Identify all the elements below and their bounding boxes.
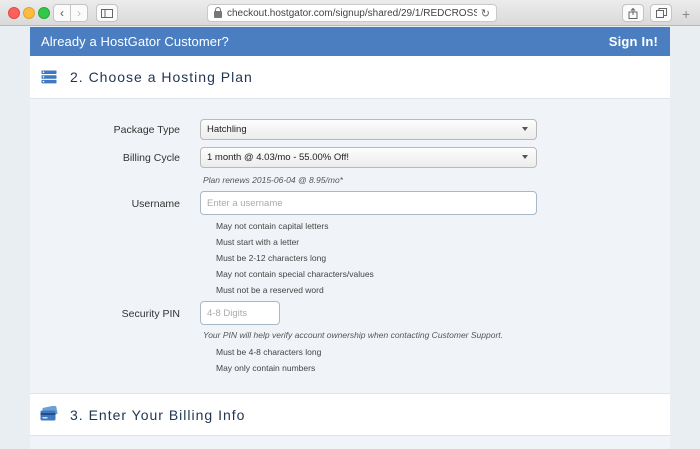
security-pin-placeholder: 4-8 Digits [207,307,248,319]
zoom-window-button[interactable] [38,7,50,19]
hosting-plan-form: Package Type Hatchling Billing Cycle 1 m… [30,99,670,392]
security-pin-hint: Your PIN will help verify account owners… [203,330,504,340]
chevron-right-icon: › [77,6,81,20]
username-placeholder: Enter a username [207,197,283,209]
new-tab-button[interactable]: + [682,6,690,22]
username-rule: Must not be a reserved word [216,285,324,295]
package-type-select[interactable]: Hatchling [200,119,537,140]
tabs-overview-button[interactable] [650,4,672,22]
back-button[interactable]: ‹ [53,4,71,22]
username-rule: Must be 2-12 characters long [216,253,327,263]
section-title: 3. Enter Your Billing Info [70,406,246,423]
page-gutter-left [0,27,30,449]
username-rule: Must start with a letter [216,237,300,247]
username-label: Username [131,198,180,210]
sidebar-toggle-button[interactable] [96,4,118,22]
share-button[interactable] [622,4,644,22]
url-text: checkout.hostgator.com/signup/shared/29/… [227,7,477,19]
package-type-value: Hatchling [207,124,247,135]
username-rule: May not contain capital letters [216,221,329,231]
close-window-button[interactable] [8,7,20,19]
share-icon [628,7,638,19]
checkout-page: Already a HostGator Customer? Sign In! 2… [30,27,670,449]
billing-cycle-label: Billing Cycle [122,152,180,164]
minimize-window-button[interactable] [23,7,35,19]
tabs-icon [655,8,667,18]
username-rule: May not contain special characters/value… [216,269,374,279]
username-input[interactable]: Enter a username [200,191,537,215]
section-title: 2. Choose a Hosting Plan [70,69,253,85]
forward-button[interactable]: › [70,4,88,22]
page-gutter-right [670,27,700,449]
plan-renew-hint: Plan renews 2015-06-04 @ 8.95/mo* [203,175,343,185]
browser-toolbar: ‹ › checkout.hostgator.com/signup/shared… [0,0,700,26]
chevron-down-icon [522,127,528,131]
credit-card-icon [40,404,58,424]
chevron-down-icon [522,155,528,159]
sign-in-link[interactable]: Sign In! [609,34,658,49]
sidebar-icon [101,8,113,18]
chevron-left-icon: ‹ [60,6,64,20]
billing-cycle-select[interactable]: 1 month @ 4.03/mo - 55.00% Off! [200,147,537,168]
billing-info-header[interactable]: 3. Enter Your Billing Info [30,393,670,436]
security-pin-input[interactable]: 4-8 Digits [200,301,280,325]
address-bar[interactable]: checkout.hostgator.com/signup/shared/29/… [207,4,497,22]
lock-icon [214,6,222,18]
reload-icon[interactable]: ↻ [481,7,490,20]
server-stack-icon [40,68,58,86]
security-pin-label: Security PIN [121,308,180,320]
billing-cycle-value: 1 month @ 4.03/mo - 55.00% Off! [207,152,350,163]
customer-bar: Already a HostGator Customer? Sign In! [30,27,670,56]
existing-customer-prompt: Already a HostGator Customer? [41,34,229,49]
package-type-label: Package Type [113,124,180,136]
pin-rule: May only contain numbers [216,363,316,373]
pin-rule: Must be 4-8 characters long [216,347,322,357]
hosting-plan-header: 2. Choose a Hosting Plan [30,56,670,99]
